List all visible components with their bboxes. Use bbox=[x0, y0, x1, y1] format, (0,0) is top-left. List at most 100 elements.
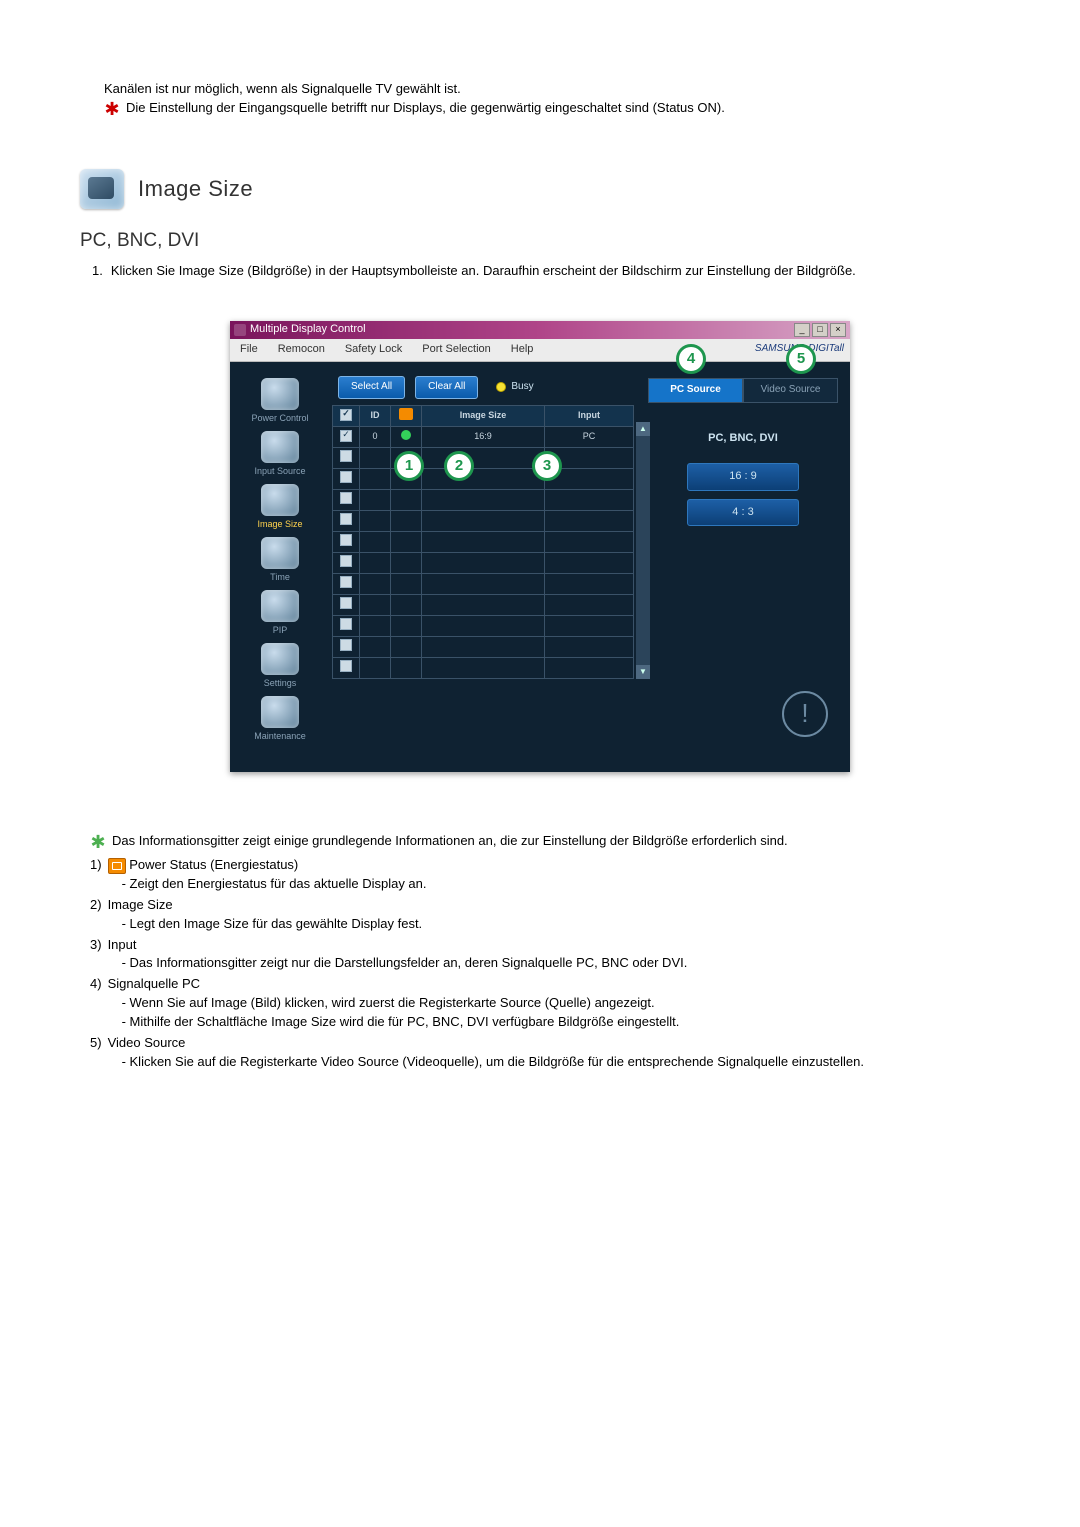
legend-num: 4) bbox=[90, 975, 102, 994]
row-checkbox[interactable] bbox=[340, 430, 352, 442]
tab-pc-source[interactable]: PC Source bbox=[648, 378, 743, 402]
table-row[interactable] bbox=[333, 615, 634, 636]
legend-3-sub: - Das Informationsgitter zeigt nur die D… bbox=[108, 954, 1000, 973]
window-controls: _ □ × bbox=[794, 323, 846, 337]
settings-icon bbox=[261, 643, 299, 675]
callout-3: 3 bbox=[532, 451, 562, 481]
menu-safety-lock[interactable]: Safety Lock bbox=[335, 339, 412, 361]
table-row[interactable] bbox=[333, 468, 634, 489]
sidebar-item-input-source[interactable]: Input Source bbox=[254, 431, 305, 478]
alert-icon: ! bbox=[782, 691, 828, 737]
window-titlebar: Multiple Display Control _ □ × bbox=[230, 321, 850, 339]
row-checkbox[interactable] bbox=[340, 450, 352, 462]
table-row[interactable] bbox=[333, 510, 634, 531]
sidebar-item-pip[interactable]: PIP bbox=[261, 590, 299, 637]
grid-header-image-size[interactable]: Image Size bbox=[422, 405, 545, 426]
sidebar-item-settings[interactable]: Settings bbox=[261, 643, 299, 690]
power-icon-badge bbox=[108, 858, 126, 874]
data-grid: ID Image Size Input 0 16:9 bbox=[332, 405, 634, 679]
table-row[interactable] bbox=[333, 552, 634, 573]
legend-2-title: Image Size bbox=[108, 897, 173, 912]
sidebar-item-image-size[interactable]: Image Size bbox=[257, 484, 302, 531]
row-checkbox[interactable] bbox=[340, 597, 352, 609]
sidebar-label-settings: Settings bbox=[264, 677, 297, 690]
input-icon bbox=[261, 431, 299, 463]
sidebar-label-power: Power Control bbox=[251, 412, 308, 425]
clear-all-button[interactable]: Clear All bbox=[415, 376, 478, 399]
image-size-icon bbox=[80, 169, 124, 209]
power-header-icon bbox=[399, 408, 413, 420]
close-button[interactable]: × bbox=[830, 323, 846, 337]
time-icon bbox=[261, 537, 299, 569]
row-checkbox[interactable] bbox=[340, 471, 352, 483]
row-checkbox[interactable] bbox=[340, 639, 352, 651]
legend-num: 2) bbox=[90, 896, 102, 915]
source-tabs: PC Source Video Source bbox=[648, 378, 838, 403]
grid-header-checkbox[interactable] bbox=[333, 405, 360, 426]
tab-video-source[interactable]: Video Source bbox=[743, 378, 838, 402]
row-checkbox[interactable] bbox=[340, 492, 352, 504]
legend-item-4: 4) Signalquelle PC - Wenn Sie auf Image … bbox=[90, 975, 1000, 1032]
table-row[interactable]: 0 16:9 PC bbox=[333, 426, 634, 447]
maximize-button[interactable]: □ bbox=[812, 323, 828, 337]
legend-item-3: 3) Input - Das Informationsgitter zeigt … bbox=[90, 936, 1000, 974]
menu-file[interactable]: File bbox=[230, 339, 268, 361]
row-checkbox[interactable] bbox=[340, 513, 352, 525]
legend-section: ✱ Das Informationsgitter zeigt einige gr… bbox=[80, 832, 1000, 1071]
status-area: ! bbox=[330, 679, 850, 749]
legend-4-sub1: - Wenn Sie auf Image (Bild) klicken, wir… bbox=[108, 994, 1000, 1013]
row-checkbox[interactable] bbox=[340, 534, 352, 546]
table-row[interactable] bbox=[333, 594, 634, 615]
star-icon: ✱ bbox=[90, 832, 106, 852]
intro-line-2-row: ✱ Die Einstellung der Eingangsquelle bet… bbox=[104, 99, 1000, 119]
minimize-button[interactable]: _ bbox=[794, 323, 810, 337]
section-subtitle: PC, BNC, DVI bbox=[80, 227, 1000, 255]
row-checkbox[interactable] bbox=[340, 555, 352, 567]
document-page: Kanälen ist nur möglich, wenn als Signal… bbox=[0, 0, 1080, 1527]
image-size-icon-side bbox=[261, 484, 299, 516]
sidebar-item-maintenance[interactable]: Maintenance bbox=[254, 696, 306, 743]
star-icon: ✱ bbox=[104, 99, 120, 119]
sidebar-label-time: Time bbox=[270, 571, 290, 584]
select-all-button[interactable]: Select All bbox=[338, 376, 405, 399]
legend-4-sub2: - Mithilfe der Schaltfläche Image Size w… bbox=[108, 1013, 1000, 1032]
grid-wrap: ID Image Size Input 0 16:9 bbox=[332, 405, 636, 679]
sidebar-item-power-control[interactable]: Power Control bbox=[251, 378, 308, 425]
grid-header-id[interactable]: ID bbox=[360, 405, 391, 426]
grid-header-input[interactable]: Input bbox=[545, 405, 634, 426]
power-icon bbox=[261, 378, 299, 410]
legend-item-5: 5) Video Source - Klicken Sie auf die Re… bbox=[90, 1034, 1000, 1072]
window-icon bbox=[234, 324, 246, 336]
row-checkbox[interactable] bbox=[340, 576, 352, 588]
sidebar-label-input: Input Source bbox=[254, 465, 305, 478]
legend-num: 1) bbox=[90, 856, 102, 875]
legend-num: 5) bbox=[90, 1034, 102, 1053]
sidebar-item-time[interactable]: Time bbox=[261, 537, 299, 584]
legend-2-sub: - Legt den Image Size für das gewählte D… bbox=[108, 915, 1000, 934]
table-row[interactable] bbox=[333, 636, 634, 657]
menu-help[interactable]: Help bbox=[501, 339, 544, 361]
legend-num: 3) bbox=[90, 936, 102, 955]
option-16-9[interactable]: 16 : 9 bbox=[687, 463, 799, 491]
legend-item-1: 1) Power Status (Energiestatus) - Zeigt … bbox=[90, 856, 1000, 894]
panel-heading: PC, BNC, DVI bbox=[648, 431, 838, 447]
row-input: PC bbox=[545, 426, 634, 447]
sidebar-label-pip: PIP bbox=[273, 624, 288, 637]
sidebar-label-maintenance: Maintenance bbox=[254, 730, 306, 743]
menu-port-selection[interactable]: Port Selection bbox=[412, 339, 500, 361]
row-checkbox[interactable] bbox=[340, 618, 352, 630]
callout-5: 5 bbox=[786, 344, 816, 374]
menu-remocon[interactable]: Remocon bbox=[268, 339, 335, 361]
legend-5-sub: - Klicken Sie auf die Registerkarte Vide… bbox=[108, 1053, 1000, 1072]
option-4-3[interactable]: 4 : 3 bbox=[687, 499, 799, 527]
table-row[interactable] bbox=[333, 531, 634, 552]
table-row[interactable] bbox=[333, 447, 634, 468]
table-row[interactable] bbox=[333, 573, 634, 594]
pip-icon bbox=[261, 590, 299, 622]
table-row[interactable] bbox=[333, 657, 634, 678]
section-step-list: 1. Klicken Sie Image Size (Bildgröße) in… bbox=[80, 262, 1000, 281]
row-checkbox[interactable] bbox=[340, 660, 352, 672]
step-number: 1. bbox=[92, 262, 103, 281]
callout-4: 4 bbox=[676, 344, 706, 374]
table-row[interactable] bbox=[333, 489, 634, 510]
